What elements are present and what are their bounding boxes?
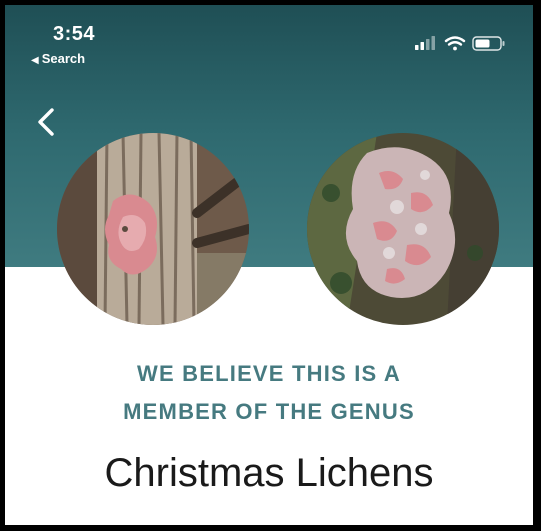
system-icons bbox=[415, 35, 511, 58]
status-time: 3:54 bbox=[53, 23, 96, 45]
back-button[interactable] bbox=[35, 107, 57, 142]
wifi-icon bbox=[444, 36, 466, 51]
status-bar: 3:54 ◀ Search bbox=[5, 5, 533, 69]
app-screen: 3:54 ◀ Search WE BELIEVE THIS IS A MEMBE… bbox=[5, 5, 533, 525]
back-triangle-icon: ◀ bbox=[31, 55, 39, 66]
back-to-app-link[interactable]: ◀ Search bbox=[31, 51, 85, 66]
chevron-left-icon bbox=[38, 108, 54, 136]
result-kicker-line-2: MEMBER OF THE GENUS bbox=[123, 399, 415, 424]
back-app-label: Search bbox=[41, 51, 86, 66]
cellular-signal-icon bbox=[415, 36, 435, 50]
genus-name: Christmas Lichens bbox=[104, 451, 434, 495]
sample-photo-bark[interactable] bbox=[57, 133, 249, 325]
battery-icon bbox=[472, 36, 505, 51]
result-kicker-line-1: WE BELIEVE THIS IS A bbox=[137, 361, 401, 386]
sample-photo-lichen-closeup[interactable] bbox=[307, 133, 499, 325]
